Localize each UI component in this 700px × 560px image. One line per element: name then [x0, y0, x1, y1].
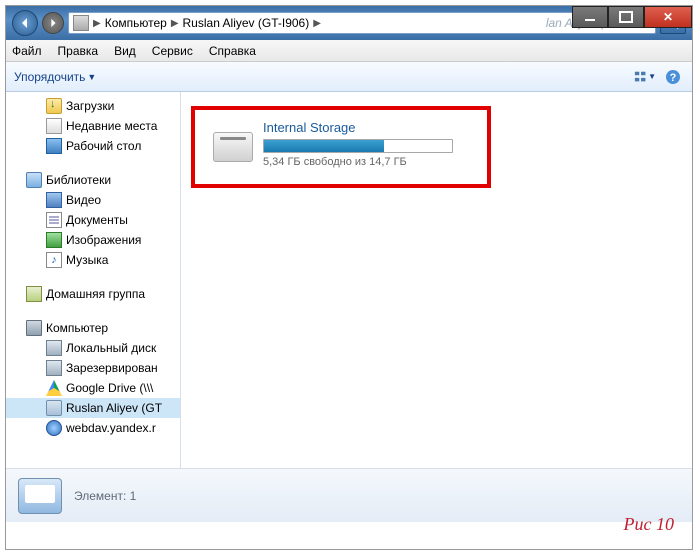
- sidebar-item-reserved[interactable]: Зарезервирован: [6, 358, 180, 378]
- menu-view[interactable]: Вид: [114, 44, 136, 58]
- globe-icon: [46, 420, 62, 436]
- storage-usage-bar: [263, 139, 453, 153]
- chevron-right-icon: ▶: [93, 18, 101, 29]
- pictures-icon: [46, 232, 62, 248]
- svg-text:?: ?: [670, 72, 677, 84]
- minimize-button[interactable]: [572, 6, 608, 28]
- chevron-right-icon: ▶: [313, 18, 321, 29]
- close-button[interactable]: [644, 6, 692, 28]
- tree-label: Изображения: [66, 233, 141, 247]
- storage-drive-icon: [213, 132, 253, 162]
- details-label: Элемент: 1: [74, 489, 136, 503]
- content-area: Internal Storage 5,34 ГБ свободно из 14,…: [181, 92, 692, 468]
- tree-label: Локальный диск: [66, 341, 156, 355]
- location-icon: [73, 15, 89, 31]
- sidebar-item-desktop[interactable]: Рабочий стол: [6, 136, 180, 156]
- libraries-icon: [26, 172, 42, 188]
- sidebar-item-music[interactable]: Музыка: [6, 250, 180, 270]
- tree-label: Документы: [66, 213, 128, 227]
- details-pane: Элемент: 1: [6, 468, 692, 522]
- recent-icon: [46, 118, 62, 134]
- chevron-down-icon: ▼: [648, 72, 656, 81]
- menu-bar: Файл Правка Вид Сервис Справка: [6, 40, 692, 62]
- tree-label: Ruslan Aliyev (GT: [66, 401, 162, 415]
- menu-help[interactable]: Справка: [209, 44, 256, 58]
- sidebar-item-webdav[interactable]: webdav.yandex.r: [6, 418, 180, 438]
- storage-title: Internal Storage: [263, 120, 469, 135]
- sidebar-item-homegroup[interactable]: Домашняя группа: [6, 284, 180, 304]
- desktop-icon: [46, 138, 62, 154]
- drive-icon: [46, 360, 62, 376]
- chevron-down-icon: ▼: [87, 72, 96, 82]
- figure-caption: Рис 10: [624, 514, 674, 535]
- homegroup-icon: [26, 286, 42, 302]
- tree-label: Зарезервирован: [66, 361, 158, 375]
- sidebar-item-documents[interactable]: Документы: [6, 210, 180, 230]
- sidebar-item-downloads[interactable]: Загрузки: [6, 96, 180, 116]
- menu-edit[interactable]: Правка: [58, 44, 99, 58]
- back-button[interactable]: [12, 10, 38, 36]
- tree-label: Домашняя группа: [46, 287, 145, 301]
- storage-item[interactable]: Internal Storage 5,34 ГБ свободно из 14,…: [213, 120, 469, 168]
- downloads-icon: [46, 98, 62, 114]
- organize-button[interactable]: Упорядочить ▼: [14, 70, 96, 84]
- music-icon: [46, 252, 62, 268]
- details-thumbnail-icon: [18, 478, 62, 514]
- maximize-button[interactable]: [608, 6, 644, 28]
- help-button[interactable]: ?: [662, 66, 684, 88]
- sidebar-item-libraries[interactable]: Библиотеки: [6, 170, 180, 190]
- documents-icon: [46, 212, 62, 228]
- tree-label: webdav.yandex.r: [66, 421, 156, 435]
- tree-label: Библиотеки: [46, 173, 111, 187]
- window-controls: [572, 6, 692, 28]
- sidebar-item-gdrive[interactable]: Google Drive (\\\: [6, 378, 180, 398]
- forward-button[interactable]: [42, 12, 64, 34]
- navigation-tree: Загрузки Недавние места Рабочий стол Биб…: [6, 92, 181, 468]
- computer-icon: [26, 320, 42, 336]
- tree-label: Google Drive (\\\: [66, 381, 153, 395]
- breadcrumb-device[interactable]: Ruslan Aliyev (GT-I906): [183, 16, 310, 30]
- sidebar-item-video[interactable]: Видео: [6, 190, 180, 210]
- tree-label: Рабочий стол: [66, 139, 141, 153]
- sidebar-item-recent[interactable]: Недавние места: [6, 116, 180, 136]
- address-bar[interactable]: ▶ Компьютер ▶ Ruslan Aliyev (GT-I906) ▶ …: [68, 12, 656, 34]
- breadcrumb-computer[interactable]: Компьютер: [105, 16, 167, 30]
- tree-label: Недавние места: [66, 119, 157, 133]
- video-icon: [46, 192, 62, 208]
- sidebar-item-pictures[interactable]: Изображения: [6, 230, 180, 250]
- storage-subtitle: 5,34 ГБ свободно из 14,7 ГБ: [263, 156, 469, 168]
- chevron-right-icon: ▶: [171, 18, 179, 29]
- organize-label: Упорядочить: [14, 70, 85, 84]
- phone-icon: [46, 400, 62, 416]
- tree-label: Музыка: [66, 253, 108, 267]
- storage-usage-fill: [264, 140, 384, 152]
- storage-info: Internal Storage 5,34 ГБ свободно из 14,…: [263, 120, 469, 168]
- drive-icon: [46, 340, 62, 356]
- sidebar-item-device[interactable]: Ruslan Aliyev (GT: [6, 398, 180, 418]
- menu-file[interactable]: Файл: [12, 44, 42, 58]
- sidebar-item-computer[interactable]: Компьютер: [6, 318, 180, 338]
- highlight-box: Internal Storage 5,34 ГБ свободно из 14,…: [191, 106, 491, 188]
- gdrive-icon: [46, 380, 62, 396]
- tree-label: Компьютер: [46, 321, 108, 335]
- toolbar: Упорядочить ▼ ▼ ?: [6, 62, 692, 92]
- sidebar-item-localdisk[interactable]: Локальный диск: [6, 338, 180, 358]
- view-options-button[interactable]: ▼: [634, 66, 656, 88]
- tree-label: Загрузки: [66, 99, 114, 113]
- menu-tools[interactable]: Сервис: [152, 44, 193, 58]
- tree-label: Видео: [66, 193, 101, 207]
